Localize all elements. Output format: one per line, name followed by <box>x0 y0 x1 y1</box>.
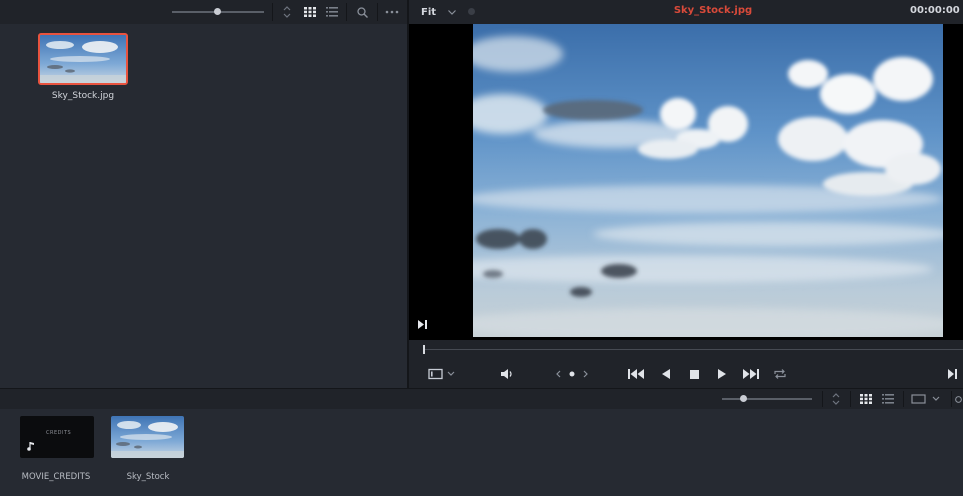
media-pool-toolbar <box>0 0 408 24</box>
clip-thumbnail[interactable] <box>38 33 128 85</box>
toolbar-divider <box>951 391 952 407</box>
toolbar-divider <box>377 3 378 21</box>
go-to-end-icon[interactable] <box>417 319 429 331</box>
bin-item-movie-credits[interactable]: CREDITS MOVIE_CREDITS <box>18 416 98 482</box>
scrubber-track[interactable] <box>423 349 963 350</box>
bin-thumbnail-slider[interactable] <box>722 398 812 400</box>
toolbar-divider <box>850 391 851 407</box>
viewer-options-icon[interactable] <box>468 8 475 15</box>
sky-image <box>473 24 943 337</box>
skip-to-start-icon[interactable] <box>627 367 645 381</box>
search-icon[interactable] <box>354 4 370 20</box>
list-view-icon[interactable] <box>324 4 340 20</box>
play-icon[interactable] <box>715 367 729 381</box>
next-frame-end-icon[interactable] <box>947 367 959 381</box>
grid-view-icon[interactable] <box>858 392 874 406</box>
display-mode-icon[interactable] <box>427 367 457 381</box>
bin-thumbnail-slider-handle[interactable] <box>740 395 747 402</box>
more-options-icon[interactable] <box>383 4 401 20</box>
skip-to-end-icon[interactable] <box>742 367 760 381</box>
playhead[interactable] <box>423 345 425 354</box>
credits-thumb-text: CREDITS <box>46 430 72 436</box>
viewer-image <box>473 24 943 337</box>
sky-thumbnail-image <box>40 35 126 83</box>
play-reverse-icon[interactable] <box>659 367 673 381</box>
clip-title: Sky_Stock.jpg <box>673 5 753 16</box>
viewer-transport <box>409 340 963 388</box>
toolbar-divider <box>903 391 904 407</box>
media-pool-clip[interactable]: Sky_Stock.jpg <box>38 33 128 113</box>
media-pool-panel: Sky_Stock.jpg <box>0 24 407 388</box>
toolbar-divider <box>272 3 273 21</box>
clip-display-dropdown[interactable] <box>910 392 944 406</box>
timecode: 00:00:00 <box>910 5 960 16</box>
sky-thumbnail-image <box>111 416 184 458</box>
credits-thumbnail[interactable]: CREDITS <box>20 416 94 458</box>
sort-icon[interactable] <box>280 4 294 20</box>
music-note-icon <box>27 442 35 451</box>
stop-icon[interactable] <box>687 367 701 381</box>
sky-stock-thumbnail[interactable] <box>111 416 184 458</box>
timeline-bin-toolbar <box>0 388 963 409</box>
thumbnail-size-slider-handle[interactable] <box>214 8 221 15</box>
viewer-canvas[interactable] <box>409 24 963 340</box>
volume-icon[interactable] <box>499 367 515 381</box>
loop-icon[interactable] <box>772 367 788 381</box>
viewer-toolbar: Fit Sky_Stock.jpg 00:00:00 <box>409 0 963 24</box>
grid-view-icon[interactable] <box>302 4 318 20</box>
zoom-value: Fit <box>421 6 437 18</box>
search-icon[interactable] <box>954 392 963 406</box>
bin-item-name: MOVIE_CREDITS <box>21 472 91 482</box>
clip-name: Sky_Stock.jpg <box>51 91 115 101</box>
timeline-bin-panel: CREDITS MOVIE_CREDITS Sky_Stock <box>0 409 963 496</box>
toolbar-divider <box>346 3 347 21</box>
list-view-icon[interactable] <box>880 392 896 406</box>
toolbar-divider <box>822 391 823 407</box>
bin-item-name: Sky_Stock <box>126 472 170 482</box>
chevron-down-icon <box>448 9 456 15</box>
sort-icon[interactable] <box>830 392 842 406</box>
jog-control[interactable] <box>554 367 590 381</box>
zoom-dropdown[interactable]: Fit <box>421 5 461 19</box>
bin-item-sky-stock[interactable]: Sky_Stock <box>108 416 188 482</box>
